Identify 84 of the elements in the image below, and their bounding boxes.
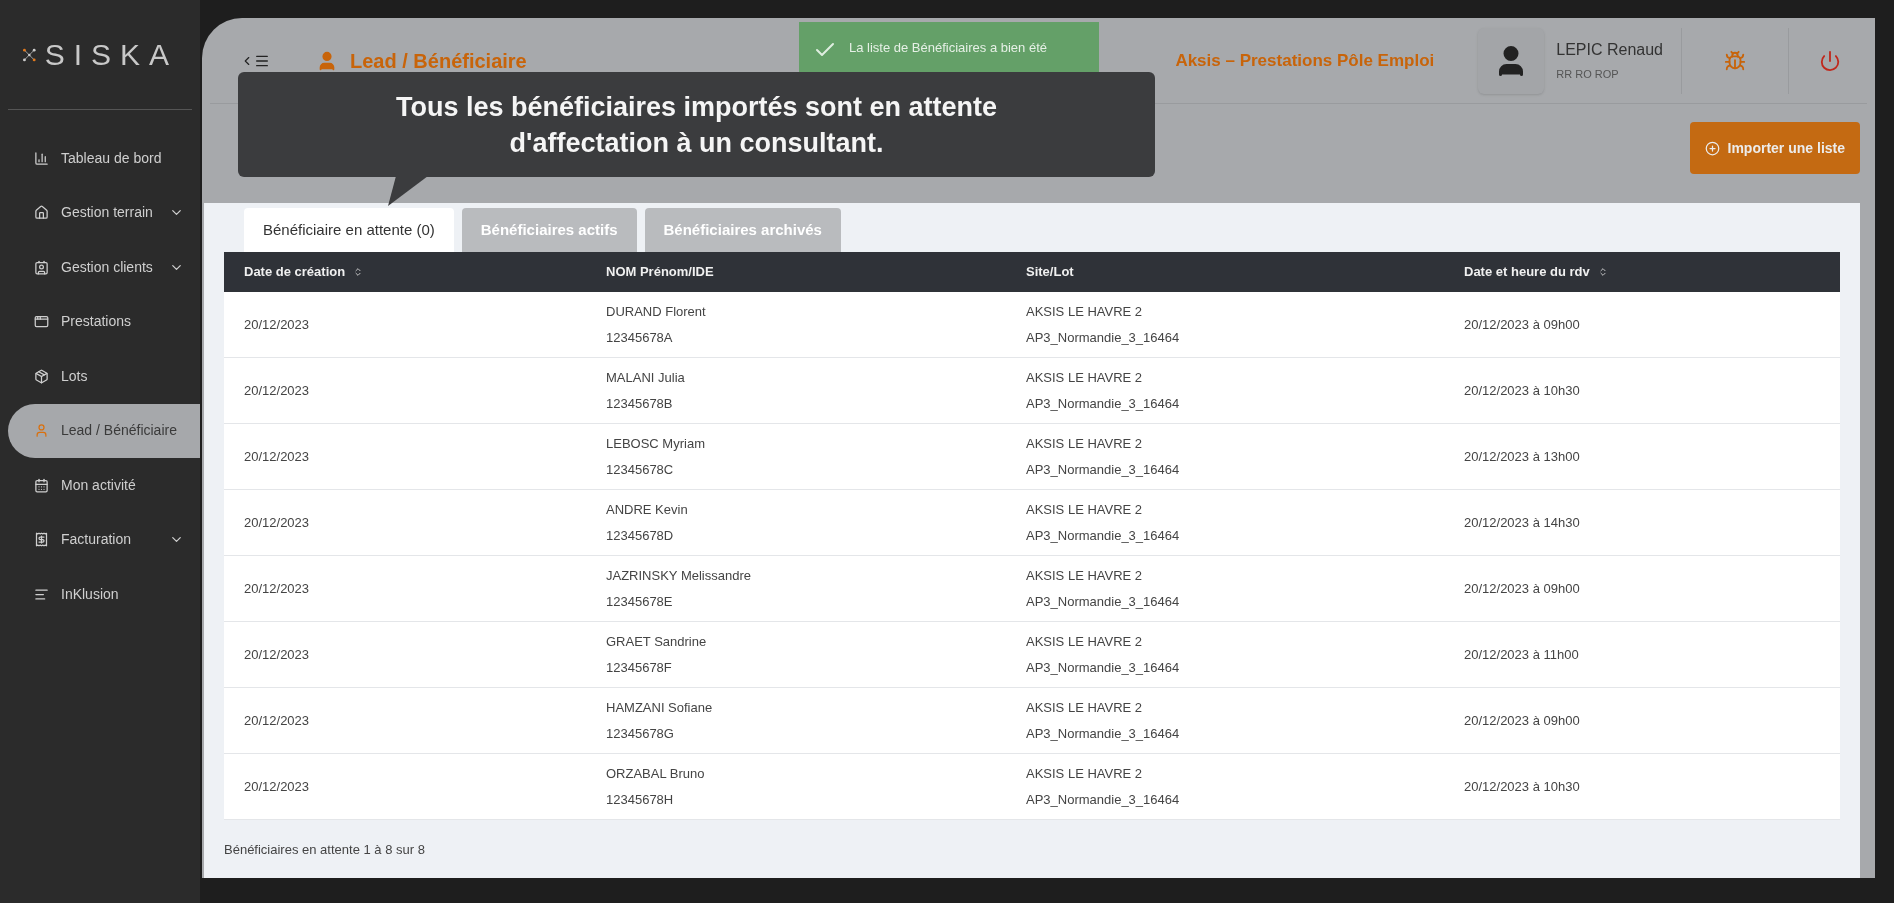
- house-icon: [34, 205, 49, 221]
- table-cell-text: 12345678F: [606, 658, 673, 677]
- brand-name: SISKA: [44, 37, 178, 73]
- column-header[interactable]: Site/Lot: [1026, 262, 1074, 282]
- table-cell-text: 20/12/2023 à 09h00: [1464, 711, 1581, 730]
- user-name: LEPIC Renaud: [1556, 40, 1663, 61]
- table-cell-text: AP3_Normandie_3_16464: [1026, 460, 1181, 479]
- table-cell-text: AKSIS LE HAVRE 2: [1026, 501, 1144, 519]
- pagination-summary: Bénéficiaires en attente 1 à 8 sur 8: [224, 841, 426, 859]
- table-cell-text: ANDRE Kevin: [606, 501, 689, 519]
- column-header[interactable]: Date et heure du rdv: [1464, 262, 1608, 282]
- table-cell-text: AP3_Normandie_3_16464: [1026, 526, 1181, 545]
- sidebar-item[interactable]: Lead / Bénéficiaire: [8, 403, 200, 458]
- table-cell-text: AKSIS LE HAVRE 2: [1026, 303, 1144, 321]
- user-role: RR RO ROP: [1556, 67, 1620, 83]
- sidebar-item[interactable]: Gestion clients: [8, 240, 200, 295]
- window-icon: [34, 314, 49, 330]
- lines-icon: [34, 586, 49, 602]
- user-avatar[interactable]: [1478, 27, 1545, 94]
- sidebar-item[interactable]: Lots: [8, 349, 200, 404]
- table-cell-text: AP3_Normandie_3_16464: [1026, 724, 1181, 743]
- table-cell-text: 12345678E: [606, 592, 674, 611]
- table-cell-text: 20/12/2023: [244, 711, 311, 730]
- table-cell-text: AKSIS LE HAVRE 2: [1026, 369, 1144, 387]
- calendar-icon: [34, 477, 49, 493]
- table-cell-text: 20/12/2023 à 11h00: [1464, 645, 1580, 664]
- sort-icon: [1597, 267, 1608, 277]
- sidebar-item[interactable]: Prestations: [8, 294, 200, 349]
- table-cell-text: DURAND Florent: [606, 303, 707, 321]
- table-cell-text: 20/12/2023 à 09h00: [1464, 579, 1581, 598]
- column-header[interactable]: Date de création: [244, 262, 364, 282]
- sidebar-item[interactable]: Facturation: [8, 512, 200, 567]
- plus-circle-icon: [1704, 140, 1720, 156]
- table-cell-text: AKSIS LE HAVRE 2: [1026, 765, 1144, 783]
- table-cell-text: 20/12/2023 à 14h30: [1464, 513, 1581, 532]
- table-cell-text: 12345678B: [606, 394, 674, 413]
- table-cell-text: 12345678H: [606, 790, 675, 809]
- table-cell-text: 12345678D: [606, 526, 675, 545]
- table-cell-text: 20/12/2023 à 10h30: [1464, 777, 1581, 796]
- table-cell-text: ORZABAL Bruno: [606, 765, 706, 783]
- table-cell-text: AKSIS LE HAVRE 2: [1026, 633, 1144, 651]
- table-cell-text: MALANI Julia: [606, 369, 686, 387]
- person-icon: [34, 423, 49, 439]
- sidebar-item[interactable]: InKlusion: [8, 567, 200, 622]
- table-cell-text: 20/12/2023: [244, 579, 311, 598]
- table-cell-text: 20/12/2023 à 09h00: [1464, 315, 1581, 334]
- sidebar-item[interactable]: Gestion terrain: [8, 185, 200, 240]
- column-header[interactable]: NOM Prénom/IDE: [606, 262, 714, 282]
- box-icon: [34, 368, 49, 384]
- table-cell-text: AP3_Normandie_3_16464: [1026, 328, 1181, 347]
- table-cell-text: HAMZANI Sofiane: [606, 699, 714, 717]
- chart-icon: [34, 150, 49, 166]
- table-cell-text: 20/12/2023: [244, 381, 311, 400]
- table-cell-text: AP3_Normandie_3_16464: [1026, 790, 1181, 809]
- table-cell-text: AP3_Normandie_3_16464: [1026, 658, 1181, 677]
- table-cell-text: LEBOSC Myriam: [606, 435, 706, 453]
- table-cell-text: GRAET Sandrine: [606, 633, 708, 651]
- sort-icon: [353, 267, 364, 277]
- table-cell-text: AKSIS LE HAVRE 2: [1026, 567, 1144, 585]
- page-title: Lead / Bénéficiaire: [350, 48, 527, 74]
- organization-name: Aksis – Prestations Pôle Emploi: [1175, 49, 1435, 72]
- table-cell-text: 20/12/2023 à 13h00: [1464, 447, 1581, 466]
- table-cell-text: 20/12/2023: [244, 447, 311, 466]
- table-cell-text: AP3_Normandie_3_16464: [1026, 394, 1181, 413]
- contact-card-icon: [34, 259, 49, 275]
- table-cell-text: AKSIS LE HAVRE 2: [1026, 699, 1144, 717]
- table-cell-text: JAZRINSKY Melissandre: [606, 567, 752, 585]
- table-cell-text: 20/12/2023: [244, 777, 311, 796]
- table-cell-text: 20/12/2023 à 10h30: [1464, 381, 1581, 400]
- table-cell-text: 20/12/2023: [244, 513, 311, 532]
- sidebar-item[interactable]: Mon activité: [8, 458, 200, 513]
- power-icon[interactable]: [1819, 49, 1841, 72]
- table-cell-text: 12345678C: [606, 460, 675, 479]
- table-cell-text: 12345678A: [606, 328, 674, 347]
- table-cell-text: AP3_Normandie_3_16464: [1026, 592, 1181, 611]
- bill-icon: [34, 532, 49, 548]
- tooltip-pointer: [388, 176, 428, 206]
- table-cell-text: 12345678G: [606, 724, 675, 743]
- tab[interactable]: Bénéficiaire en attente (0): [244, 208, 454, 252]
- table-cell-text: AKSIS LE HAVRE 2: [1026, 435, 1144, 453]
- sidebar-item[interactable]: Tableau de bord: [8, 131, 200, 186]
- table-cell-text: 20/12/2023: [244, 315, 311, 334]
- tooltip: Tous les bénéficiaires importés sont en attente d'affectation à un consultant.: [238, 72, 1155, 177]
- table-cell-text: 20/12/2023: [244, 645, 311, 664]
